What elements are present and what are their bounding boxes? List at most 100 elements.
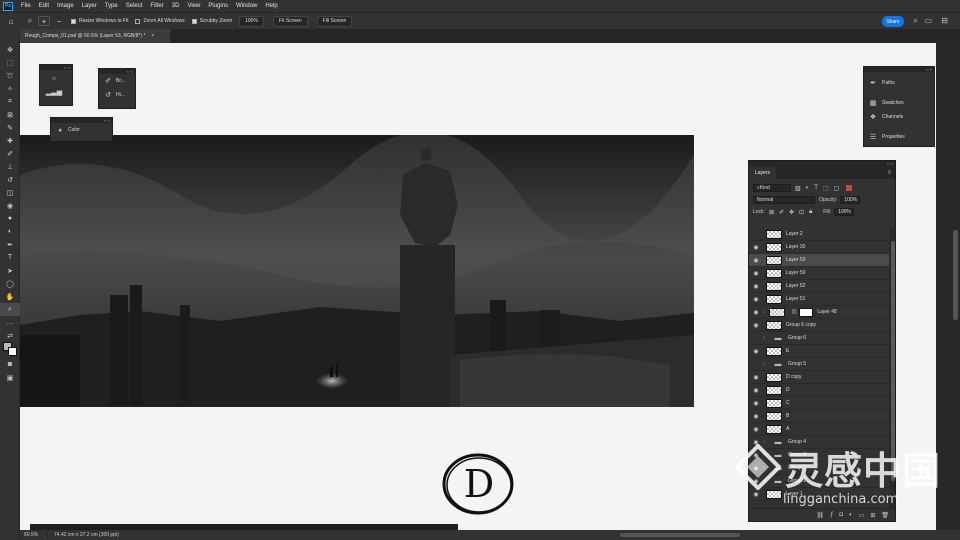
chevron-right-icon[interactable]: › xyxy=(763,465,769,471)
layer-thumbnail[interactable] xyxy=(766,229,782,239)
eye-icon[interactable]: ◉ xyxy=(749,478,763,485)
layer-row[interactable]: ◉ D copy xyxy=(749,371,889,384)
search-icon[interactable]: ⌕ xyxy=(914,16,918,26)
share-button[interactable]: Share xyxy=(882,16,904,27)
blur-tool-icon[interactable]: ● xyxy=(0,212,20,225)
eraser-tool-icon[interactable]: ◫ xyxy=(0,186,20,199)
vertical-scroll-thumb[interactable] xyxy=(953,230,958,320)
eye-icon[interactable]: ◉ xyxy=(749,491,763,498)
layer-row[interactable]: ◉ Layer 53 xyxy=(749,254,889,267)
menu-help[interactable]: Help xyxy=(261,0,281,12)
eye-icon[interactable]: ◉ xyxy=(749,296,763,303)
zoom-in-icon[interactable]: + xyxy=(38,16,50,26)
layer-row[interactable]: ◉ Layer 2 xyxy=(749,228,889,241)
trash-icon[interactable]: 🗑︎ xyxy=(881,512,889,519)
menu-layer[interactable]: Layer xyxy=(78,0,101,12)
chevron-right-icon[interactable]: › xyxy=(763,335,769,341)
layer-row[interactable]: ◉ Layer 50 xyxy=(749,267,889,280)
path-selection-tool-icon[interactable]: ➤ xyxy=(0,264,20,277)
filter-smart-icon[interactable]: ▢ xyxy=(834,185,840,192)
swatches-panel-button[interactable]: ▦ Swatches xyxy=(864,96,934,110)
adjustment-layer-icon[interactable]: ◐ xyxy=(849,512,853,518)
menu-view[interactable]: View xyxy=(183,0,204,12)
layer-thumbnail[interactable] xyxy=(766,424,782,434)
layer-row[interactable]: ◉ › ▬ Group 2 xyxy=(749,462,889,475)
mask-link-icon[interactable]: ⛓ xyxy=(791,309,797,315)
menu-plugins[interactable]: Plugins xyxy=(204,0,232,12)
new-layer-icon[interactable]: ⊞ xyxy=(870,512,875,519)
properties-panel-button[interactable]: ☰ Properties xyxy=(864,130,934,144)
layer-row[interactable]: ◉ E xyxy=(749,345,889,358)
menu-window[interactable]: Window xyxy=(232,0,261,12)
pen-tool-icon[interactable]: ✒ xyxy=(0,238,20,251)
zoom-level[interactable]: 60.5% xyxy=(20,532,48,538)
layer-thumbnail[interactable] xyxy=(766,242,782,252)
healing-brush-tool-icon[interactable]: ✚ xyxy=(0,134,20,147)
layer-row[interactable]: ◉ Group 6 copy xyxy=(749,319,889,332)
channels-panel-button[interactable]: ❖ Channels xyxy=(864,110,934,124)
zoom-tool-icon[interactable]: ⌕ xyxy=(0,303,20,316)
lock-position-icon[interactable]: ✥ xyxy=(789,209,794,216)
zoom-tool-preset-icon[interactable]: ⌕ xyxy=(22,16,38,26)
layer-thumbnail[interactable] xyxy=(766,385,782,395)
filter-shape-icon[interactable]: ⬚ xyxy=(823,185,829,192)
chevron-right-icon[interactable]: › xyxy=(763,478,769,484)
chevron-right-icon[interactable]: › xyxy=(763,439,769,445)
menu-3d[interactable]: 3D xyxy=(168,0,184,12)
color-swatches[interactable] xyxy=(0,342,19,358)
eye-icon[interactable]: ◉ xyxy=(749,309,763,316)
layer-row[interactable]: ◉ C xyxy=(749,397,889,410)
eye-icon[interactable]: ◉ xyxy=(749,283,763,290)
brush-tool-icon[interactable]: ✐ xyxy=(0,147,20,160)
type-tool-icon[interactable]: T xyxy=(0,251,20,264)
layer-row[interactable]: ◉ › ▬ Group 3 xyxy=(749,449,889,462)
layer-thumbnail[interactable] xyxy=(766,346,782,356)
new-group-icon[interactable]: ▭ xyxy=(859,512,865,519)
ellipse-tool-icon[interactable]: ◯ xyxy=(0,277,20,290)
filter-adjustment-icon[interactable]: ◐ xyxy=(806,185,810,191)
brushes-item[interactable]: ✐ Br... xyxy=(99,74,135,88)
edit-toolbar-icon[interactable]: … xyxy=(0,316,20,329)
document-tab[interactable]: Rough_Comps_01.psd @ 60.5% (Layer 53, RG… xyxy=(20,29,170,43)
layer-row[interactable]: ◉ ↓ ⛓ Layer 48 xyxy=(749,306,889,319)
layer-row[interactable]: ◉ Layer 1 xyxy=(749,488,889,501)
layer-thumbnail[interactable] xyxy=(766,372,782,382)
swap-colors-icon[interactable]: ⇄ xyxy=(0,329,20,342)
eye-icon[interactable]: ◉ xyxy=(749,270,763,277)
chevron-right-icon[interactable]: › xyxy=(763,452,769,458)
history-item[interactable]: ↺ Hi... xyxy=(99,88,135,102)
frame-tool-icon[interactable]: ⊠ xyxy=(0,108,20,121)
palette-icon[interactable]: ◕ xyxy=(56,127,64,134)
lock-transparent-icon[interactable]: ⊠ xyxy=(769,209,774,216)
eye-icon[interactable]: ◉ xyxy=(749,244,763,251)
layer-thumbnail[interactable] xyxy=(766,411,782,421)
zoom-100-button[interactable]: 100% xyxy=(239,15,264,27)
layer-thumbnail[interactable] xyxy=(766,398,782,408)
eye-icon[interactable]: ◉ xyxy=(749,335,763,342)
layer-thumbnail[interactable] xyxy=(766,268,782,278)
levels-icon[interactable]: ▂▃▅ xyxy=(46,88,62,96)
eye-icon[interactable]: ◉ xyxy=(749,322,763,329)
fit-screen-button[interactable]: Fit Screen xyxy=(272,15,308,27)
quick-mask-icon[interactable]: ◙ xyxy=(0,358,20,371)
eye-icon[interactable]: ◉ xyxy=(749,413,763,420)
background-color[interactable] xyxy=(8,347,17,356)
add-mask-icon[interactable]: ◘ xyxy=(839,512,843,518)
eye-icon[interactable]: ◉ xyxy=(749,439,763,446)
layer-thumbnail[interactable] xyxy=(769,307,785,317)
blend-mode-select[interactable]: Normal xyxy=(753,196,815,204)
layer-row[interactable]: ◉› ▬ Group 6 xyxy=(749,332,889,345)
paths-panel-button[interactable]: ✒ Paths xyxy=(864,76,934,90)
horizontal-scroll-thumb[interactable] xyxy=(620,533,740,537)
layer-row[interactable]: ◉ Layer 52 xyxy=(749,280,889,293)
layer-row[interactable]: ◉› ▬ Group 5 xyxy=(749,358,889,371)
link-layers-icon[interactable]: ⛓ xyxy=(816,512,824,519)
fill-field[interactable]: 100% xyxy=(834,208,855,216)
layer-thumbnail[interactable] xyxy=(766,294,782,304)
eye-icon[interactable]: ◉ xyxy=(749,465,763,472)
resize-windows-checkbox[interactable]: Resize Windows to Fit xyxy=(71,18,128,24)
filter-pixel-icon[interactable]: ▨ xyxy=(795,185,801,192)
opacity-field[interactable]: 100% xyxy=(840,196,861,204)
eye-icon[interactable]: ◉ xyxy=(749,348,763,355)
color-panel[interactable]: ›› × ◕ Color xyxy=(50,117,113,142)
